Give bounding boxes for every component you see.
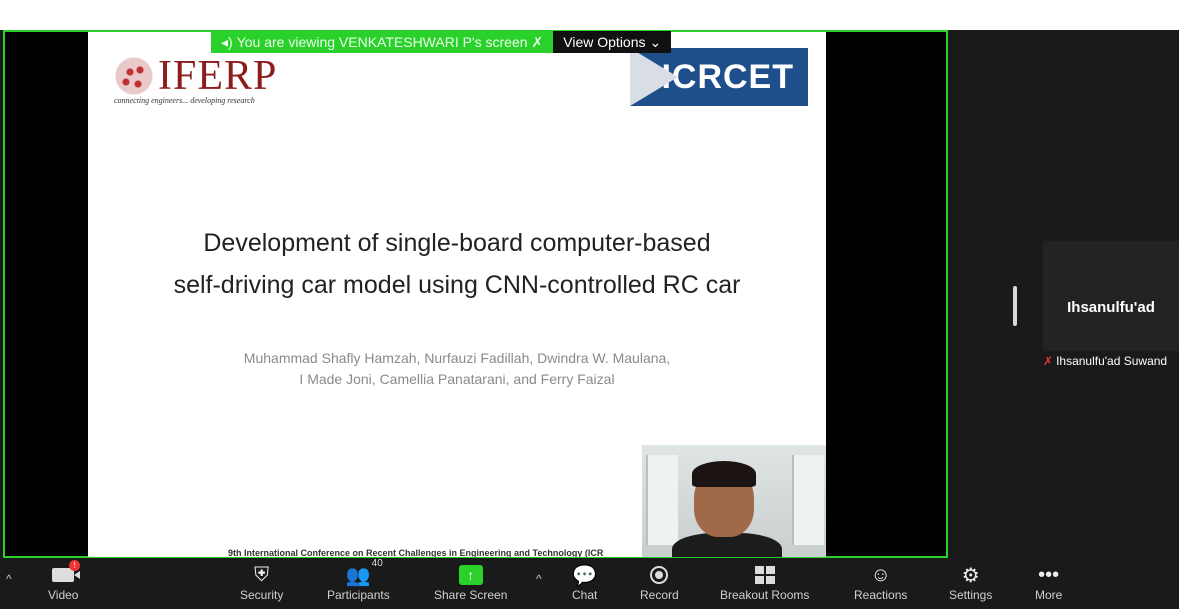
security-button[interactable]: ⛨ Security xyxy=(240,562,284,603)
slide-title-line-2: self-driving car model using CNN-control… xyxy=(173,271,741,299)
iferp-logo: IFERP connecting engineers... developing… xyxy=(114,52,277,105)
settings-label: Settings xyxy=(949,588,993,602)
video-button[interactable]: ! Video xyxy=(48,560,81,602)
participants-count: 40 xyxy=(371,558,383,569)
more-button[interactable]: ••• More xyxy=(1035,562,1063,603)
reactions-button[interactable]: ☺ Reactions xyxy=(854,562,908,603)
share-screen-button[interactable]: ↑ Share Screen xyxy=(434,562,507,602)
iferp-tagline: connecting engineers... developing resea… xyxy=(114,96,255,105)
record-button[interactable]: Record xyxy=(640,562,679,602)
participant-name-label: ✗ Ihsanulfu'ad Suwand xyxy=(1043,354,1167,368)
authors-line-2: I Made Joni, Camellia Panatarani, and Fe… xyxy=(299,371,615,387)
presenter-hair xyxy=(692,461,756,487)
video-label: Video xyxy=(48,588,79,602)
icrcet-logo-text: ICRCET xyxy=(661,57,794,96)
security-label: Security xyxy=(240,588,284,602)
slide-title: Development of single-board computer-bas… xyxy=(88,222,826,306)
share-screen-icon: ↑ xyxy=(458,565,483,585)
participant-tile-name: Ihsanulfu'ad xyxy=(1067,299,1155,316)
window-frame xyxy=(646,455,678,545)
window-frame xyxy=(792,455,824,545)
slide-authors: Muhammad Shafly Hamzah, Nurfauzi Fadilla… xyxy=(88,348,826,390)
participant-video-tile[interactable]: Ihsanulfu'ad xyxy=(1043,241,1179,351)
more-label: More xyxy=(1035,588,1063,602)
record-label: Record xyxy=(640,588,679,602)
globe-icon xyxy=(114,56,154,96)
arrow-icon xyxy=(630,48,678,106)
breakout-rooms-button[interactable]: Breakout Rooms xyxy=(720,562,809,602)
chevron-down-icon: ⌄ xyxy=(649,33,662,50)
mic-muted-icon: ✗ xyxy=(531,33,544,50)
grid-icon xyxy=(754,566,775,584)
chat-bubble-icon: 💬 xyxy=(572,564,598,587)
emoji-icon: ☺ xyxy=(870,563,891,586)
gallery-scroll-handle[interactable] xyxy=(1013,286,1017,326)
iferp-logo-text: IFERP xyxy=(158,53,278,99)
breakout-rooms-label: Breakout Rooms xyxy=(720,588,810,602)
speaker-icon: ◂) xyxy=(221,33,233,50)
alert-badge: ! xyxy=(69,560,81,571)
participants-label: Participants xyxy=(327,588,390,602)
viewing-notice: ◂) You are viewing VENKATESHWARI P's scr… xyxy=(211,31,554,53)
chevron-up-icon[interactable]: ^ xyxy=(6,572,12,586)
reactions-label: Reactions xyxy=(854,588,908,602)
chevron-up-icon[interactable]: ^ xyxy=(536,572,542,586)
settings-button[interactable]: ⚙ Settings xyxy=(949,562,993,603)
mic-muted-icon: ✗ xyxy=(1043,354,1054,368)
participant-label-text: Ihsanulfu'ad Suwand xyxy=(1056,354,1168,368)
viewing-text: You are viewing VENKATESHWARI P's screen xyxy=(236,34,528,50)
participants-button[interactable]: 👥 40 Participants xyxy=(327,558,390,602)
screen-share-banner: ◂) You are viewing VENKATESHWARI P's scr… xyxy=(211,31,672,53)
slide-footer: 9th International Conference on Recent C… xyxy=(228,548,604,557)
presenter-video-thumbnail[interactable] xyxy=(642,445,826,557)
icrcet-logo: ICRCET xyxy=(630,48,808,106)
chat-label: Chat xyxy=(572,588,598,602)
shield-icon: ⛨ xyxy=(254,563,270,586)
more-dots-icon: ••• xyxy=(1038,563,1060,586)
view-options-button[interactable]: View Options ⌄ xyxy=(553,31,672,53)
gear-icon: ⚙ xyxy=(961,564,980,587)
record-icon xyxy=(650,566,669,584)
authors-line-1: Muhammad Shafly Hamzah, Nurfauzi Fadilla… xyxy=(243,350,671,366)
chat-button[interactable]: 💬 Chat xyxy=(572,562,598,603)
top-strip xyxy=(0,0,1179,30)
meeting-toolbar: ^ ! Video ⛨ Security 👥 40 Participants ↑ … xyxy=(0,558,1179,609)
participants-icon: 👥 xyxy=(345,564,371,587)
share-screen-label: Share Screen xyxy=(434,588,508,602)
slide-title-line-1: Development of single-board computer-bas… xyxy=(203,229,711,257)
view-options-label: View Options xyxy=(563,34,646,50)
